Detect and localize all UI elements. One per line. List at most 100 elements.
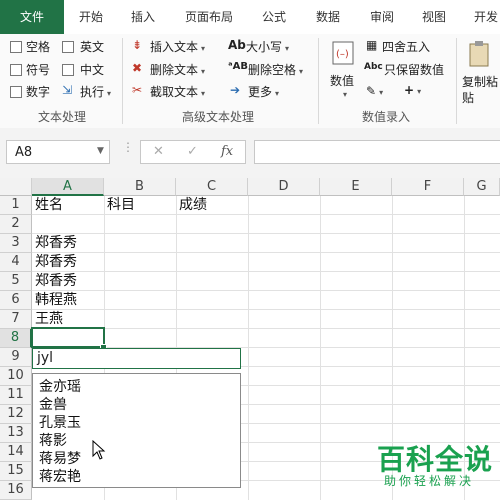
row-header[interactable]: 3 [0, 234, 32, 253]
insert-function-icon[interactable]: fx [221, 144, 233, 159]
extract-text-button[interactable]: 截取文本 ▾ [150, 83, 205, 100]
cell-b1[interactable]: 科目 [107, 196, 135, 215]
cell-a4[interactable]: 郑香秀 [35, 253, 77, 272]
group-separator [456, 38, 457, 124]
execute-icon: ⇲ [62, 83, 73, 97]
watermark-subtitle: 助你轻松解决 [384, 474, 475, 488]
suggestion-item[interactable]: 金兽 [39, 394, 67, 414]
round-icon: ▦ [366, 38, 378, 52]
row-header[interactable]: 8 [0, 329, 32, 348]
suggestion-item[interactable]: 金亦瑶 [39, 376, 81, 396]
formula-bar-area: A8 ▼ ⋮ ✕ ✓ fx [0, 128, 500, 179]
suggestion-item[interactable]: 蒋易梦 [39, 448, 81, 468]
tab-home[interactable]: 开始 [68, 0, 114, 34]
delete-space-icon: ᵃAB [228, 61, 248, 72]
tab-insert[interactable]: 插入 [120, 0, 166, 34]
tab-view[interactable]: 视图 [412, 0, 456, 34]
number-checkbox[interactable] [10, 86, 22, 98]
execute-button[interactable]: 执行 ▾ [80, 83, 111, 100]
column-header-c[interactable]: C [176, 178, 248, 196]
row-header[interactable]: 10 [0, 367, 32, 386]
enter-check-icon[interactable]: ✓ [187, 144, 198, 159]
cell-a6[interactable]: 韩程燕 [35, 291, 77, 310]
row-header[interactable]: 4 [0, 253, 32, 272]
tab-data[interactable]: 数据 [306, 0, 350, 34]
cell-c1[interactable]: 成绩 [179, 196, 207, 215]
chevron-down-icon[interactable]: ▼ [97, 146, 104, 156]
symbol-label: 符号 [26, 63, 51, 77]
value-dropdown-icon: ▾ [343, 90, 348, 99]
row-header[interactable]: 12 [0, 405, 32, 424]
paste-icon [469, 41, 489, 67]
row-header[interactable]: 5 [0, 272, 32, 291]
column-header-d[interactable]: D [248, 178, 320, 196]
round-button[interactable]: 四舍五入 [382, 38, 430, 55]
chinese-checkbox[interactable] [62, 64, 74, 76]
value-label: 数值 [330, 74, 355, 88]
edit-icon[interactable]: ✎ ▾ [366, 84, 383, 98]
column-header-e[interactable]: E [320, 178, 392, 196]
tab-file[interactable]: 文件 [0, 0, 64, 34]
row-header[interactable]: 2 [0, 215, 32, 234]
insert-text-button[interactable]: 插入文本 ▾ [150, 38, 205, 55]
tab-page-layout[interactable]: 页面布局 [178, 0, 240, 34]
gridline [32, 233, 500, 234]
row-header[interactable]: 11 [0, 386, 32, 405]
value-button[interactable]: (–) 数值 ▾ [326, 38, 362, 102]
row-header[interactable]: 9 [0, 348, 32, 367]
row-header[interactable]: 16 [0, 481, 32, 500]
mouse-cursor-icon [92, 440, 106, 460]
more-button[interactable]: 更多 ▾ [248, 83, 279, 100]
autocomplete-dropdown: 金亦瑶 金兽 孔景玉 蒋影 蒋易梦 蒋宏艳 [32, 373, 241, 488]
column-header-g[interactable]: G [464, 178, 500, 196]
formula-input[interactable] [254, 140, 500, 164]
name-box[interactable]: A8 ▼ [6, 140, 110, 164]
suggestion-item[interactable]: 蒋宏艳 [39, 466, 81, 486]
more-arrow-icon: ➔ [230, 83, 241, 97]
english-label: 英文 [80, 40, 105, 54]
column-header-a[interactable]: A [32, 178, 104, 196]
cell-a5[interactable]: 郑香秀 [35, 272, 77, 291]
active-cell-a8[interactable] [31, 327, 105, 348]
row-header[interactable]: 7 [0, 310, 32, 329]
group-separator [122, 38, 123, 124]
tab-formulas[interactable]: 公式 [252, 0, 296, 34]
space-checkbox[interactable] [10, 41, 22, 53]
suggestion-item[interactable]: 蒋影 [39, 430, 67, 450]
row-header[interactable]: 14 [0, 443, 32, 462]
suggestion-item[interactable]: 孔景玉 [39, 412, 81, 432]
cancel-icon[interactable]: ✕ [153, 144, 164, 159]
row-header[interactable]: 13 [0, 424, 32, 443]
select-all-corner[interactable] [0, 178, 32, 196]
chinese-label: 中文 [80, 63, 105, 77]
delete-text-button[interactable]: 删除文本 ▾ [150, 61, 205, 78]
advanced-text-group-label: 高级文本处理 [182, 110, 255, 124]
extract-text-icon: ✂ [132, 83, 143, 97]
column-header-f[interactable]: F [392, 178, 464, 196]
paste-label: 复制粘贴 [462, 75, 499, 105]
value-icon: (–) [332, 41, 354, 65]
cell-a3[interactable]: 郑香秀 [35, 234, 77, 253]
case-button[interactable]: 大小写 ▾ [246, 38, 289, 55]
numeric-entry-group-label: 数值录入 [362, 110, 411, 124]
add-icon[interactable]: + ▾ [404, 83, 421, 97]
paste-button[interactable]: 复制粘贴 [460, 38, 500, 105]
cell-a1[interactable]: 姓名 [35, 196, 63, 215]
ribbon: 空格 英文 符号 中文 数字 ⇲ 执行 ▾ 文本处理 ⇟ 插入文本 ▾ ✖ 删除文本… [0, 34, 500, 129]
cell-edit-box[interactable]: jyl [32, 348, 241, 369]
english-checkbox[interactable] [62, 41, 74, 53]
group-separator [318, 38, 319, 124]
row-header[interactable]: 15 [0, 462, 32, 481]
column-header-b[interactable]: B [104, 178, 176, 196]
symbol-checkbox[interactable] [10, 64, 22, 76]
delete-space-button[interactable]: 删除空格 ▾ [248, 61, 303, 78]
tab-developer[interactable]: 开发 [466, 0, 500, 34]
gridline [32, 214, 500, 215]
keep-value-icon: Abc [364, 62, 383, 72]
tab-review[interactable]: 审阅 [360, 0, 404, 34]
ribbon-tab-bar: 文件 开始 插入 页面布局 公式 数据 审阅 视图 开发 [0, 0, 500, 35]
row-header[interactable]: 1 [0, 196, 32, 215]
keep-value-button[interactable]: 只保留数值 [384, 61, 444, 78]
row-header[interactable]: 6 [0, 291, 32, 310]
space-label: 空格 [26, 40, 51, 54]
